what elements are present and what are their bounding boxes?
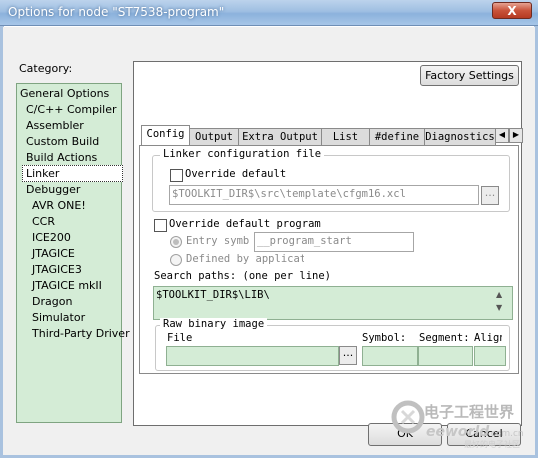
category-item[interactable]: General Options <box>20 86 109 101</box>
watermark-cn-text: 电子工程世界 <box>424 403 514 421</box>
defined-by-application-label: Defined by applicat <box>186 253 304 265</box>
override-default-program-checkbox[interactable] <box>154 219 167 232</box>
raw-binary-group-label: Raw binary image <box>160 318 268 330</box>
category-item[interactable]: CCR <box>32 214 55 229</box>
linker-config-group-label: Linker configuration file <box>160 148 325 160</box>
tab-output[interactable]: Output <box>189 128 239 146</box>
search-paths-label: Search paths: (one per line) <box>154 270 332 282</box>
category-item[interactable]: C/C++ Compiler <box>26 102 117 117</box>
entry-symbol-label: Entry symbo <box>186 235 249 247</box>
tab-scroll-right-button[interactable]: ▶ <box>509 128 523 143</box>
scroll-up-icon[interactable]: ▲ <box>496 290 502 299</box>
linker-config-browse-button[interactable]: ... <box>481 186 499 205</box>
category-item[interactable]: Simulator <box>32 310 85 325</box>
arrow-left-icon: ◀ <box>498 130 506 139</box>
override-default-program-label: Override default program <box>169 218 321 230</box>
category-item[interactable]: ICE200 <box>32 230 71 245</box>
symbol-label: Symbol: <box>362 332 407 344</box>
category-item[interactable]: Debugger <box>26 182 80 197</box>
close-icon: X <box>507 4 517 18</box>
entry-symbol-radio[interactable] <box>170 236 182 248</box>
override-default-checkbox[interactable] <box>170 169 183 182</box>
tab-define[interactable]: #define <box>369 128 425 146</box>
tab-diagnostics[interactable]: Diagnostics <box>424 128 496 146</box>
entry-symbol-field[interactable]: __program_start <box>254 232 414 252</box>
category-item[interactable]: Assembler <box>26 118 84 133</box>
tab-scroll-left-button[interactable]: ◀ <box>495 128 509 143</box>
window-title: Options for node "ST7538-program" <box>8 5 225 19</box>
category-item[interactable]: Custom Build <box>26 134 99 149</box>
radio-selected-dot <box>173 239 179 245</box>
tab-extra-output[interactable]: Extra Output <box>238 128 322 146</box>
watermark-en-text: eeworld <box>426 424 490 440</box>
segment-label: Segment: <box>419 332 470 344</box>
eeworld-logo-icon: 电子工程世界 eeworld .com.cn 最好的电子社区 <box>391 400 524 449</box>
tab-config[interactable]: Config <box>141 125 190 147</box>
raw-binary-browse-button[interactable]: ... <box>339 346 357 365</box>
align-label: Align <box>474 332 502 344</box>
defined-by-application-radio[interactable] <box>170 254 182 266</box>
search-paths-field[interactable]: $TOOLKIT_DIR$\LIB\ <box>153 286 513 320</box>
linker-config-path-field[interactable]: $TOOLKIT_DIR$\src\template\cfgm16.xcl <box>169 185 479 205</box>
category-item[interactable]: Third-Party Driver <box>32 326 130 341</box>
category-list[interactable]: General Options C/C++ Compiler Assembler… <box>16 83 130 423</box>
category-item[interactable]: JTAGICE <box>32 246 75 261</box>
watermark-sub-text: 最好的电子社区 <box>464 439 520 449</box>
category-item[interactable]: Build Actions <box>26 150 97 165</box>
arrow-right-icon: ▶ <box>512 130 520 139</box>
eeworld-watermark: 电子工程世界 eeworld .com.cn 最好的电子社区 <box>388 397 538 449</box>
override-default-label: Override default <box>185 168 287 180</box>
symbol-field[interactable] <box>362 346 418 366</box>
category-item-selected[interactable]: Linker <box>22 165 123 182</box>
watermark-domain-text: .com.cn <box>488 429 524 439</box>
align-field[interactable] <box>474 346 506 366</box>
factory-settings-button[interactable]: Factory Settings <box>420 65 519 86</box>
close-button[interactable]: X <box>492 2 532 19</box>
tab-list[interactable]: List <box>321 128 370 146</box>
category-item[interactable]: Dragon <box>32 294 72 309</box>
scroll-down-icon[interactable]: ▼ <box>496 303 502 312</box>
raw-binary-file-label: File <box>167 332 193 344</box>
category-label: Category: <box>19 62 73 75</box>
category-item[interactable]: AVR ONE! <box>32 198 86 213</box>
segment-field[interactable] <box>418 346 473 366</box>
raw-binary-file-field[interactable] <box>166 346 339 366</box>
category-item[interactable]: JTAGICE3 <box>32 262 82 277</box>
category-item[interactable]: JTAGICE mkII <box>32 278 102 293</box>
